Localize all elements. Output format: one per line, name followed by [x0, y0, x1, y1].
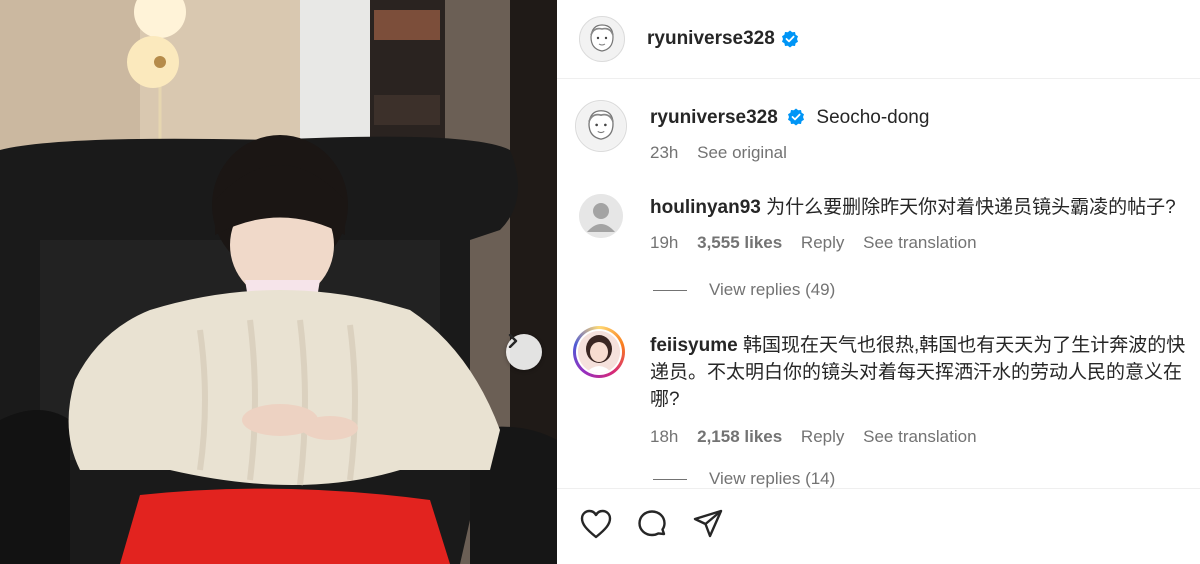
comment-item: houlinyan93 为什么要删除昨天你对着快递员镜头霸凌的帖子? 19h 3… — [575, 192, 1190, 262]
commenter-avatar — [578, 331, 620, 373]
view-replies-divider — [653, 289, 687, 291]
commenter-avatar-story-ring[interactable] — [573, 326, 625, 378]
author-username[interactable]: ryuniverse328 — [647, 28, 775, 50]
post-action-bar — [557, 488, 1200, 564]
share-button[interactable] — [691, 508, 725, 545]
verified-badge-icon — [787, 107, 805, 126]
caption-author-avatar[interactable] — [575, 100, 627, 152]
comment-username[interactable]: feiisyume — [650, 335, 738, 356]
like-button[interactable] — [579, 509, 613, 544]
reply-button[interactable]: Reply — [801, 233, 844, 252]
post-caption: ryuniverse328 Seocho-dong 23h See origin… — [575, 100, 1190, 170]
post-photo — [0, 0, 557, 564]
photo-illustration — [0, 0, 557, 564]
share-icon — [692, 508, 724, 545]
see-original-link[interactable]: See original — [697, 143, 787, 162]
post-location[interactable]: Seocho-dong — [816, 107, 929, 128]
post-time: 23h — [650, 143, 679, 162]
comment-time: 19h — [650, 233, 679, 252]
see-translation-link[interactable]: See translation — [863, 233, 976, 252]
post-header: ryuniverse328 — [557, 0, 1200, 79]
caption-username[interactable]: ryuniverse328 — [650, 107, 778, 128]
next-photo-button[interactable] — [506, 334, 542, 370]
comment-item: feiisyume 韩国现在天气也很热,韩国也有天天为了生计奔波的快递员。不太明… — [573, 326, 1190, 468]
comment-button[interactable] — [635, 510, 669, 544]
comment-likes[interactable]: 3,555 likes — [697, 233, 782, 252]
post-details-panel: ryuniverse328 ryuniverse328 Seocho-dong … — [557, 0, 1200, 564]
view-replies-button[interactable]: View replies (14) — [653, 469, 835, 488]
author-avatar[interactable] — [579, 16, 625, 62]
comment-text: 为什么要删除昨天你对着快递员镜头霸凌的帖子? — [766, 197, 1176, 218]
see-translation-link[interactable]: See translation — [863, 427, 976, 446]
comment-username[interactable]: houlinyan93 — [650, 197, 761, 218]
view-replies-label: View replies (49) — [709, 280, 836, 299]
view-replies-divider — [653, 478, 687, 480]
comment-time: 18h — [650, 427, 679, 446]
reply-button[interactable]: Reply — [801, 427, 844, 446]
view-replies-button[interactable]: View replies (49) — [653, 280, 835, 300]
commenter-avatar[interactable] — [579, 194, 623, 238]
view-replies-label: View replies (14) — [709, 469, 836, 488]
heart-icon — [580, 509, 612, 544]
verified-badge-icon — [781, 30, 799, 48]
comment-likes[interactable]: 2,158 likes — [697, 427, 782, 446]
comments-list: ryuniverse328 Seocho-dong 23h See origin… — [557, 80, 1200, 488]
comment-icon — [636, 508, 668, 545]
